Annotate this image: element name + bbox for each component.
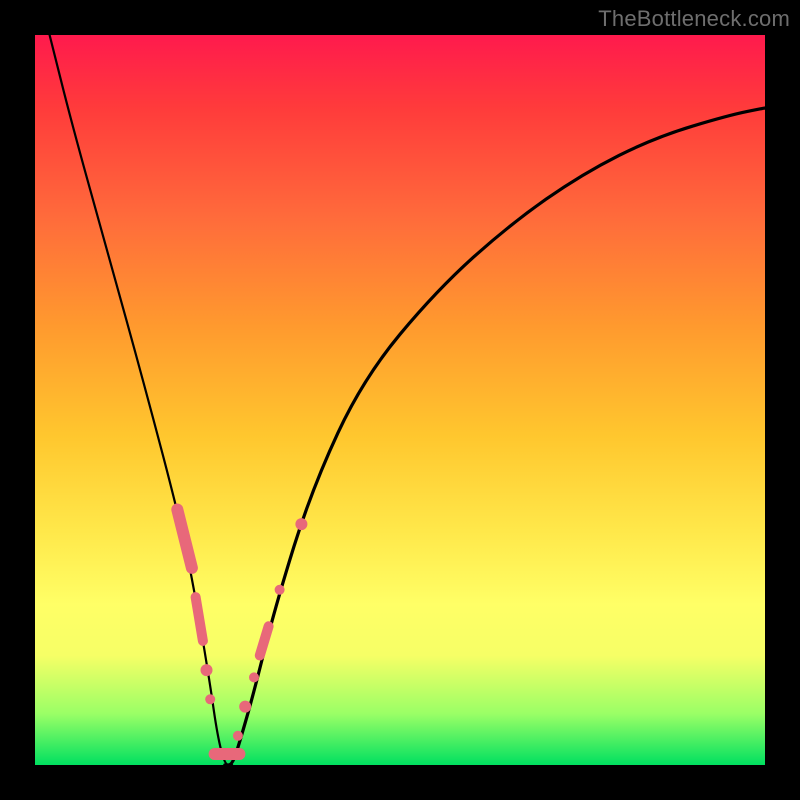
right-dot-5 [295, 518, 307, 530]
curve-right-branch [225, 108, 765, 765]
left-dot-1 [201, 664, 213, 676]
left-dot-2 [205, 694, 215, 704]
plot-area [35, 35, 765, 765]
bottleneck-chart [35, 35, 765, 765]
left-cluster-b [196, 597, 203, 641]
watermark-text: TheBottleneck.com [598, 6, 790, 32]
data-markers [177, 510, 307, 755]
right-dot-1 [233, 731, 243, 741]
right-dot-2 [239, 701, 251, 713]
right-dot-3 [249, 672, 259, 682]
left-cluster-a [177, 510, 192, 568]
right-dot-4 [275, 585, 285, 595]
curve-left-branch [50, 35, 233, 765]
right-pill-a [260, 626, 269, 655]
